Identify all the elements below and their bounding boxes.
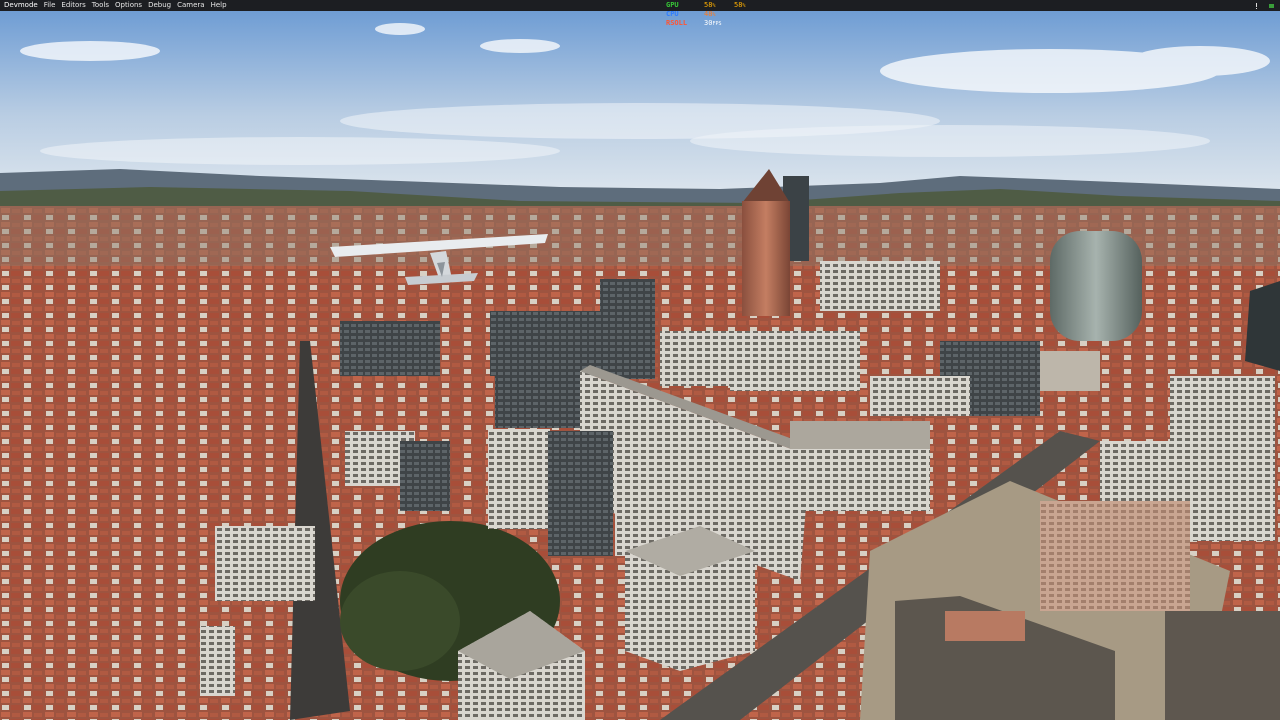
menu-devmode[interactable]: Devmode — [4, 0, 38, 11]
menu-tools[interactable]: Tools — [92, 0, 109, 11]
perf-label-gpu: GPU — [666, 0, 679, 9]
perf-value-fps: 30FPS — [704, 18, 722, 27]
perf-unit-gpu: % — [712, 2, 716, 9]
menu-options[interactable]: Options — [115, 0, 142, 11]
city-scene — [0, 11, 1280, 720]
menu-file[interactable]: File — [44, 0, 56, 11]
perf-row-cpu: CPU 48% — [666, 9, 745, 18]
perf-label-cpu: CPU — [666, 9, 679, 18]
perf-row-gpu: GPU 58% 58% — [666, 0, 745, 9]
menu-debug[interactable]: Debug — [148, 0, 171, 11]
perf-value-gpu: 58% — [704, 0, 716, 9]
perf-label-fps: RSOLL — [666, 18, 688, 27]
perf-unit-fps: FPS — [712, 20, 722, 27]
perf-value2-gpu: 58% — [734, 0, 746, 9]
perf-row-fps: RSOLL 30FPS — [666, 18, 745, 27]
perf-unit2-gpu: % — [742, 2, 746, 9]
status-icon[interactable] — [1269, 3, 1274, 9]
info-icon[interactable] — [1254, 2, 1259, 9]
perf-unit-cpu: % — [712, 11, 716, 18]
performance-overlay: GPU 58% 58% CPU 48% RSOLL 30FPS — [666, 0, 745, 27]
game-viewport[interactable] — [0, 11, 1280, 720]
perf-value-cpu: 48% — [704, 9, 716, 18]
menu-bar: Devmode File Editors Tools Options Debug… — [0, 0, 1280, 11]
menu-camera[interactable]: Camera — [177, 0, 204, 11]
menu-help[interactable]: Help — [211, 0, 227, 11]
menu-editors[interactable]: Editors — [61, 0, 85, 11]
